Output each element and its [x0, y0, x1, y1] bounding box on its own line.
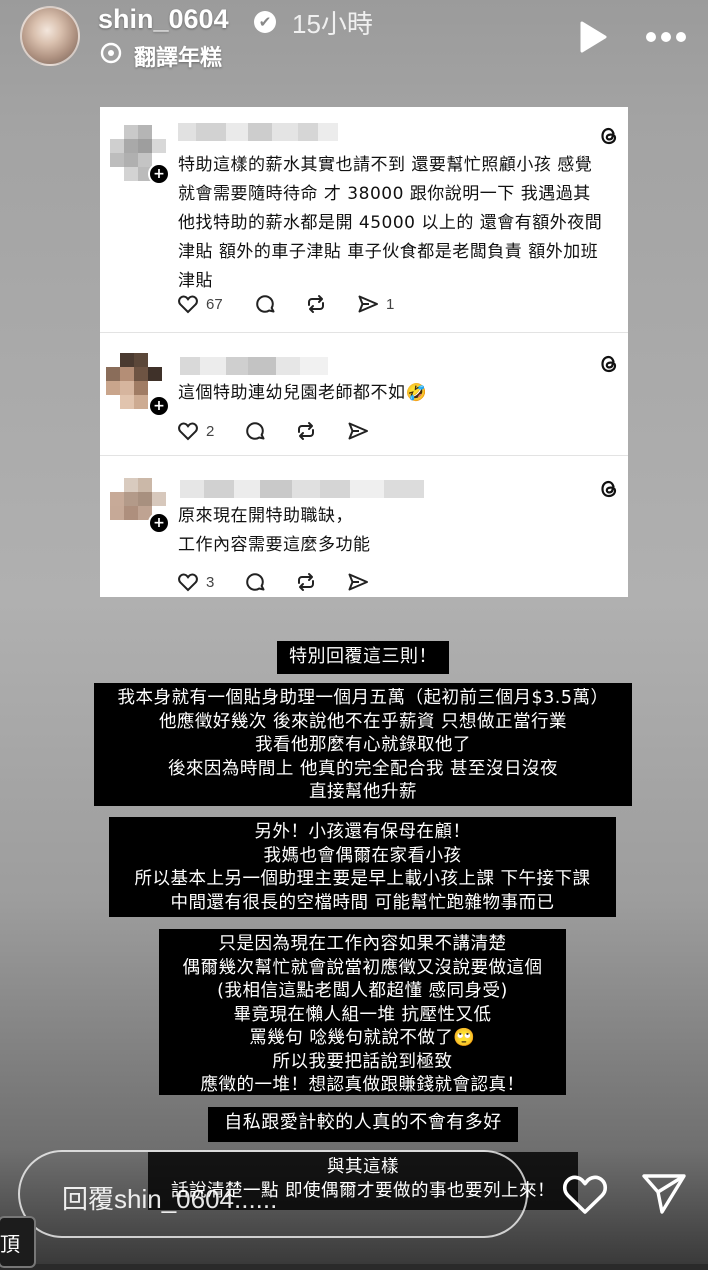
- story-text-line: 罵幾句 唸幾句就說不做了🙄: [249, 1028, 476, 1048]
- post-time: 15小時: [292, 9, 373, 39]
- follow-plus-icon[interactable]: +: [148, 512, 170, 534]
- story-text-box: 自私跟愛計較的人真的不會有多好: [208, 1107, 518, 1142]
- story-text-line: 偶爾幾次幫忙就會說當初應徵又沒說要做這個: [182, 957, 543, 978]
- reply-placeholder: 回覆shin_0604......: [62, 1184, 278, 1214]
- comment-button[interactable]: [243, 568, 267, 596]
- share-button[interactable]: [346, 417, 370, 445]
- more-icon[interactable]: [644, 30, 688, 44]
- story-text-box: 我本身就有一個貼身助理一個月五萬（起初前三個月$3.5萬） 他應徵好幾次 後來說…: [94, 683, 632, 806]
- share-icon: [348, 422, 368, 440]
- story-text-line: 我媽也會偶爾在家看小孩: [263, 845, 462, 866]
- comment-icon: [246, 573, 265, 591]
- thread-actions: 3: [176, 568, 416, 596]
- story-text-line: 自私跟愛計較的人真的不會有多好: [224, 1112, 502, 1133]
- repost-icon: [308, 295, 324, 313]
- reply-input[interactable]: 回覆shin_0604......: [18, 1150, 528, 1238]
- comment-button[interactable]: [243, 417, 267, 445]
- like-button[interactable]: 2: [176, 417, 214, 445]
- story-text-line: 只是因為現在工作內容如果不講清楚: [218, 934, 507, 954]
- story-text-box: 特別回覆這三則！: [277, 641, 449, 674]
- follow-plus-icon[interactable]: +: [148, 395, 170, 417]
- repost-button[interactable]: [294, 417, 318, 445]
- thread-post-line: 工作內容需要這麼多功能: [178, 535, 371, 555]
- like-story-heart-icon[interactable]: [560, 1170, 610, 1216]
- story-text-line: 應徵的一堆！想認真做跟賺錢就會認真！: [200, 1075, 525, 1095]
- repost-icon: [298, 573, 314, 591]
- comment-button[interactable]: [253, 290, 277, 318]
- like-count: 2: [206, 422, 215, 440]
- story-text-line: 所以我要把話說到極致: [272, 1051, 453, 1072]
- story-text-line: 後來因為時間上 他真的完全配合我 甚至沒日沒夜: [167, 758, 559, 779]
- thread-post-text: 原來現在開特助職缺， 工作內容需要這麼多功能: [178, 502, 608, 560]
- play-icon[interactable]: [578, 20, 608, 54]
- story-text-line: 我本身就有一個貼身助理一個月五萬（起初前三個月$3.5萬）: [117, 688, 609, 708]
- comment-icon: [246, 422, 265, 440]
- threads-screenshot-card: + 特助這樣的薪水其實也請不到 還要幫忙照顧小孩 感覺就會需要隨時待命 才 38…: [100, 107, 628, 597]
- like-button[interactable]: 3: [176, 568, 214, 596]
- translate-icon[interactable]: [100, 42, 122, 64]
- blurred-username: [180, 357, 328, 375]
- avatar[interactable]: [20, 6, 80, 66]
- story-header: shin_0604 ✔ 15小時 翻譯年糕: [0, 0, 708, 80]
- story-text-line: 直接幫他升薪: [309, 782, 417, 802]
- story-text-box: 另外！小孩還有保母在顧！ 我媽也會偶爾在家看小孩 所以基本上另一個助理主要是早上…: [109, 817, 616, 917]
- share-icon: [358, 295, 378, 313]
- threads-logo-icon: [601, 355, 617, 373]
- repost-button[interactable]: [294, 568, 318, 596]
- verified-badge-icon: ✔: [254, 11, 276, 33]
- translate-label[interactable]: 翻譯年糕: [134, 40, 222, 72]
- follow-plus-icon[interactable]: +: [148, 163, 170, 185]
- thread-post-text: 這個特助連幼兒園老師都不如🤣: [178, 383, 428, 403]
- share-count: 1: [386, 295, 395, 313]
- blurred-username: [178, 123, 338, 141]
- repost-button[interactable]: [304, 290, 328, 318]
- story-text-box: 只是因為現在工作內容如果不講清楚 偶爾幾次幫忙就會說當初應徵又沒說要做這個 (我…: [159, 929, 566, 1095]
- comment-icon: [256, 295, 275, 313]
- thread-post-text: 特助這樣的薪水其實也請不到 還要幫忙照顧小孩 感覺就會需要隨時待命 才 3800…: [178, 155, 603, 291]
- threads-logo-icon: [601, 480, 617, 498]
- thread-actions: 67 1: [176, 290, 416, 318]
- heart-icon: [178, 295, 198, 314]
- story-text-line: 他應徵好幾次 後來說他不在乎薪資 只想做正當行業: [158, 711, 568, 732]
- story-text-line: (我相信這點老闆人都超懂 感同身受): [217, 981, 508, 1001]
- like-count: 67: [206, 295, 223, 313]
- threads-logo-icon: [601, 127, 617, 145]
- like-count: 3: [206, 573, 215, 591]
- story-text-line: 畢竟現在懶人組一堆 抗壓性又低: [233, 1004, 492, 1025]
- heart-icon: [178, 422, 198, 441]
- story-text-line: 中間還有很長的空檔時間 可能幫忙跑雜物事而已: [170, 892, 555, 913]
- share-button[interactable]: [346, 568, 370, 596]
- send-icon[interactable]: [640, 1170, 688, 1216]
- story-text-line: 我看他那麼有心就錄取他了: [255, 735, 471, 755]
- like-button[interactable]: 67: [176, 290, 223, 318]
- thread-post-line: 原來現在開特助職缺，: [178, 506, 353, 526]
- share-icon: [348, 573, 368, 591]
- share-button[interactable]: 1: [356, 290, 394, 318]
- thread-actions: 2: [176, 417, 416, 445]
- repost-icon: [298, 422, 314, 440]
- heart-icon: [178, 573, 198, 592]
- corner-tab[interactable]: 頂: [0, 1216, 36, 1268]
- thread-post: + 特助這樣的薪水其實也請不到 還要幫忙照顧小孩 感覺就會需要隨時待命 才 38…: [100, 107, 628, 332]
- thread-post: + 這個特助連幼兒園老師都不如🤣 2: [100, 333, 628, 455]
- story-text-line: 所以基本上另一個助理主要是早上載小孩上課 下午接下課: [134, 869, 591, 889]
- username[interactable]: shin_0604: [98, 4, 229, 35]
- blurred-username: [180, 480, 424, 498]
- story-text-line: 特別回覆這三則！: [289, 646, 437, 667]
- thread-post: + 原來現在開特助職缺， 工作內容需要這麼多功能 3: [100, 456, 628, 597]
- story-text-line: 另外！小孩還有保母在顧！: [254, 822, 471, 842]
